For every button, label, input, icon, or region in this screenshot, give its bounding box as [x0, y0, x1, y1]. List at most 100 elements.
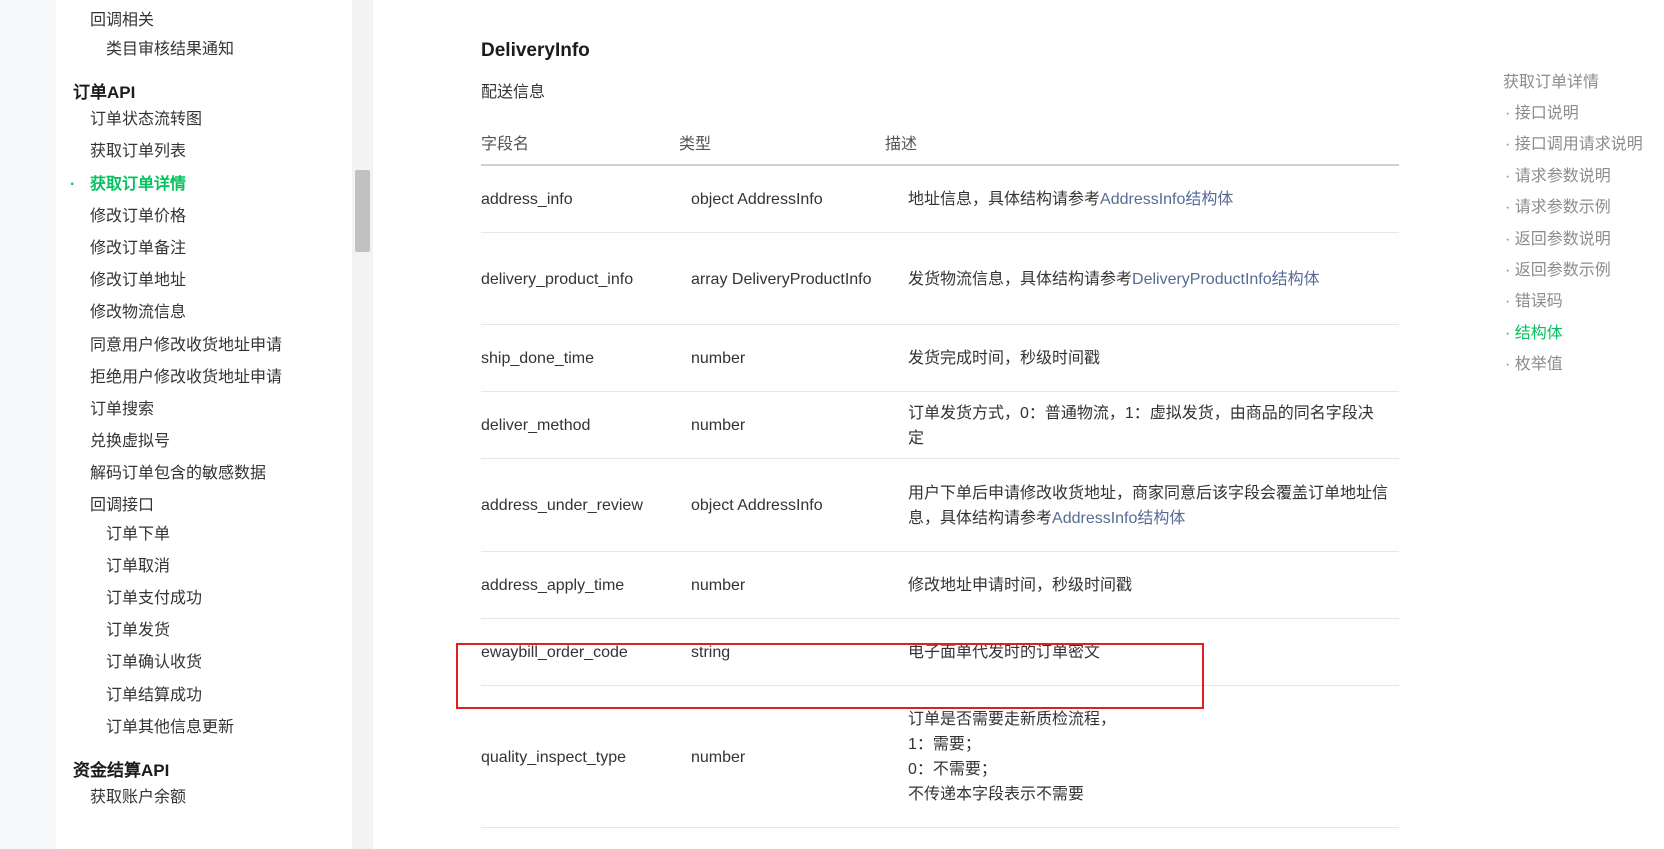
sidebar-item[interactable]: 订单其他信息更新: [106, 717, 234, 739]
sidebar-item-label: 回调相关: [90, 12, 155, 29]
type-cell: number: [691, 749, 746, 766]
description-text: 发货完成时间，秒级时间戳: [908, 350, 1101, 367]
active-dot-icon: ·: [70, 176, 76, 193]
table-body: address_info object AddressInfo 地址信息，具体结构请…: [481, 166, 1399, 828]
sidebar-scrollbar-track[interactable]: [352, 0, 373, 849]
sidebar-item-label: 订单状态流转图: [90, 111, 203, 128]
struct-title: DeliveryInfo: [481, 40, 590, 61]
sidebar-group-title[interactable]: 订单API: [73, 82, 135, 104]
type-cell: number: [691, 350, 746, 367]
table-row: ship_done_time number 发货完成时间，秒级时间戳: [481, 325, 1399, 392]
toc-item[interactable]: · 枚举值: [1505, 354, 1563, 376]
sidebar-item[interactable]: 同意用户修改收货地址申请: [90, 335, 282, 357]
sidebar-item-label: 资金结算API: [73, 761, 170, 780]
sidebar-item[interactable]: 获取订单列表: [90, 141, 186, 163]
toc-panel: 获取订单详情 · 接口说明 · 接口调用请求说明 · 请求参数说明 · 请求参数示例 · …: [1503, 0, 1664, 849]
page-gutter: [0, 0, 56, 849]
toc-item[interactable]: · 结构体: [1505, 323, 1563, 345]
sidebar-item-label: 修改订单地址: [90, 272, 187, 289]
sidebar-item-label: 解码订单包含的敏感数据: [90, 465, 267, 482]
field-name-cell: deliver_method: [481, 417, 591, 434]
sidebar-item[interactable]: 兑换虚拟号: [90, 431, 170, 453]
main-content: DeliveryInfo 配送信息 字段名 类型 描述 address_info…: [373, 0, 1503, 849]
description-cell: 修改地址申请时间，秒级时间戳: [908, 573, 1388, 598]
toc-item[interactable]: · 返回参数说明: [1505, 229, 1611, 251]
description-cell: 发货物流信息，具体结构请参考DeliveryProductInfo结构体: [908, 267, 1388, 292]
sidebar-item[interactable]: 拒绝用户修改收货地址申请: [90, 367, 282, 389]
table-row: address_under_review object AddressInfo 用户…: [481, 459, 1399, 552]
sidebar-item-label: 订单搜索: [90, 401, 155, 418]
sidebar-item[interactable]: 订单发货: [106, 620, 170, 642]
sidebar-item[interactable]: 类目审核结果通知: [106, 39, 234, 61]
sidebar-item[interactable]: · 获取订单详情: [70, 174, 187, 196]
description-text: 0：不需要；: [908, 761, 997, 778]
sidebar-scrollbar-thumb[interactable]: [355, 170, 370, 252]
field-name-cell: address_info: [481, 191, 573, 208]
description-text: 订单发货方式，0：普通物流，1：虚拟发货，由商品的同名字段决定: [908, 405, 1374, 447]
field-name-cell: quality_inspect_type: [481, 749, 626, 766]
toc-item[interactable]: · 返回参数示例: [1505, 260, 1611, 282]
sidebar-item[interactable]: 修改物流信息: [90, 302, 186, 324]
description-text: 订单是否需要走新质检流程，: [908, 711, 1117, 728]
header-field: 字段名: [481, 136, 530, 153]
sidebar-item[interactable]: 回调接口: [90, 495, 154, 517]
fields-table: 字段名 类型 描述 address_info object AddressInfo…: [481, 118, 1399, 828]
sidebar-item[interactable]: 修改订单价格: [90, 206, 186, 228]
sidebar-item-label: 订单支付成功: [106, 590, 203, 607]
sidebar-item[interactable]: 订单结算成功: [106, 685, 202, 707]
sidebar-item-label: 拒绝用户修改收货地址申请: [90, 369, 283, 386]
sidebar-item[interactable]: 订单状态流转图: [90, 109, 202, 131]
toc-item[interactable]: · 请求参数示例: [1505, 197, 1611, 219]
sidebar-item[interactable]: 订单搜索: [90, 399, 154, 421]
type-cell: number: [691, 417, 746, 434]
sidebar-item-label: 获取订单详情: [90, 176, 187, 193]
description-text: 不传递本字段表示不需要: [908, 786, 1085, 803]
sidebar-item[interactable]: 订单取消: [106, 556, 170, 578]
description-cell: 订单是否需要走新质检流程， 1：需要； 0：不需要； 不传递本字段表示不需要: [908, 707, 1388, 807]
sidebar-item[interactable]: 修改订单地址: [90, 270, 186, 292]
sidebar-item[interactable]: 订单下单: [106, 524, 170, 546]
sidebar-item-label: 订单API: [73, 83, 136, 102]
table-row: delivery_product_info array DeliveryProdu…: [481, 233, 1399, 325]
type-cell: object AddressInfo: [691, 191, 823, 208]
sidebar-item[interactable]: 修改订单备注: [90, 238, 186, 260]
sidebar-item[interactable]: 订单确认收货: [106, 652, 202, 674]
sidebar-item-label: 订单确认收货: [106, 654, 203, 671]
toc-item[interactable]: · 接口说明: [1505, 103, 1579, 125]
sidebar-item-label: 兑换虚拟号: [90, 433, 171, 450]
sidebar-item-label: 修改订单备注: [90, 240, 187, 257]
field-name-cell: address_apply_time: [481, 577, 625, 594]
struct-link[interactable]: AddressInfo结构体: [1052, 510, 1185, 527]
toc-item[interactable]: · 错误码: [1505, 291, 1563, 313]
field-name-cell: delivery_product_info: [481, 271, 634, 288]
description-text: 修改地址申请时间，秒级时间戳: [908, 577, 1133, 594]
sidebar-item[interactable]: 回调相关: [90, 10, 154, 32]
type-cell: array DeliveryProductInfo: [691, 271, 872, 288]
table-row: address_apply_time number 修改地址申请时间，秒级时间戳: [481, 552, 1399, 619]
sidebar-item-label: 订单其他信息更新: [106, 719, 235, 736]
description-cell: 用户下单后申请修改收货地址，商家同意后该字段会覆盖订单地址信息，具体结构请参考A…: [908, 481, 1388, 531]
sidebar-item-label: 获取账户余额: [90, 789, 187, 806]
sidebar-item-label: 类目审核结果通知: [106, 41, 235, 58]
description-cell: 订单发货方式，0：普通物流，1：虚拟发货，由商品的同名字段决定: [908, 401, 1388, 451]
toc-title[interactable]: 获取订单详情: [1503, 72, 1599, 94]
struct-description: 配送信息: [481, 84, 546, 101]
struct-link[interactable]: DeliveryProductInfo结构体: [1132, 271, 1320, 288]
toc-item[interactable]: · 请求参数说明: [1505, 166, 1611, 188]
sidebar-item-label: 订单发货: [106, 622, 171, 639]
toc-item[interactable]: · 接口调用请求说明: [1505, 134, 1643, 156]
sidebar-item-label: 订单取消: [106, 558, 171, 575]
sidebar-item-label: 订单下单: [106, 526, 171, 543]
table-row: address_info object AddressInfo 地址信息，具体结构请…: [481, 166, 1399, 233]
sidebar-item[interactable]: 获取账户余额: [90, 787, 186, 809]
struct-link[interactable]: AddressInfo结构体: [1100, 191, 1233, 208]
sidebar-nav: 回调相关 类目审核结果通知 订单API 订单状态流转图 获取订单列表 · 获取订单详情 修改订…: [56, 0, 352, 849]
sidebar-item[interactable]: 解码订单包含的敏感数据: [90, 463, 266, 485]
sidebar-item[interactable]: 订单支付成功: [106, 588, 202, 610]
description-cell: 发货完成时间，秒级时间戳: [908, 346, 1388, 371]
description-cell: 地址信息，具体结构请参考AddressInfo结构体: [908, 187, 1388, 212]
sidebar-item-label: 回调接口: [90, 497, 155, 514]
sidebar-item-label: 获取订单列表: [90, 143, 187, 160]
sidebar-group-title[interactable]: 资金结算API: [73, 760, 169, 782]
description-text: 地址信息，具体结构请参考: [908, 191, 1101, 208]
